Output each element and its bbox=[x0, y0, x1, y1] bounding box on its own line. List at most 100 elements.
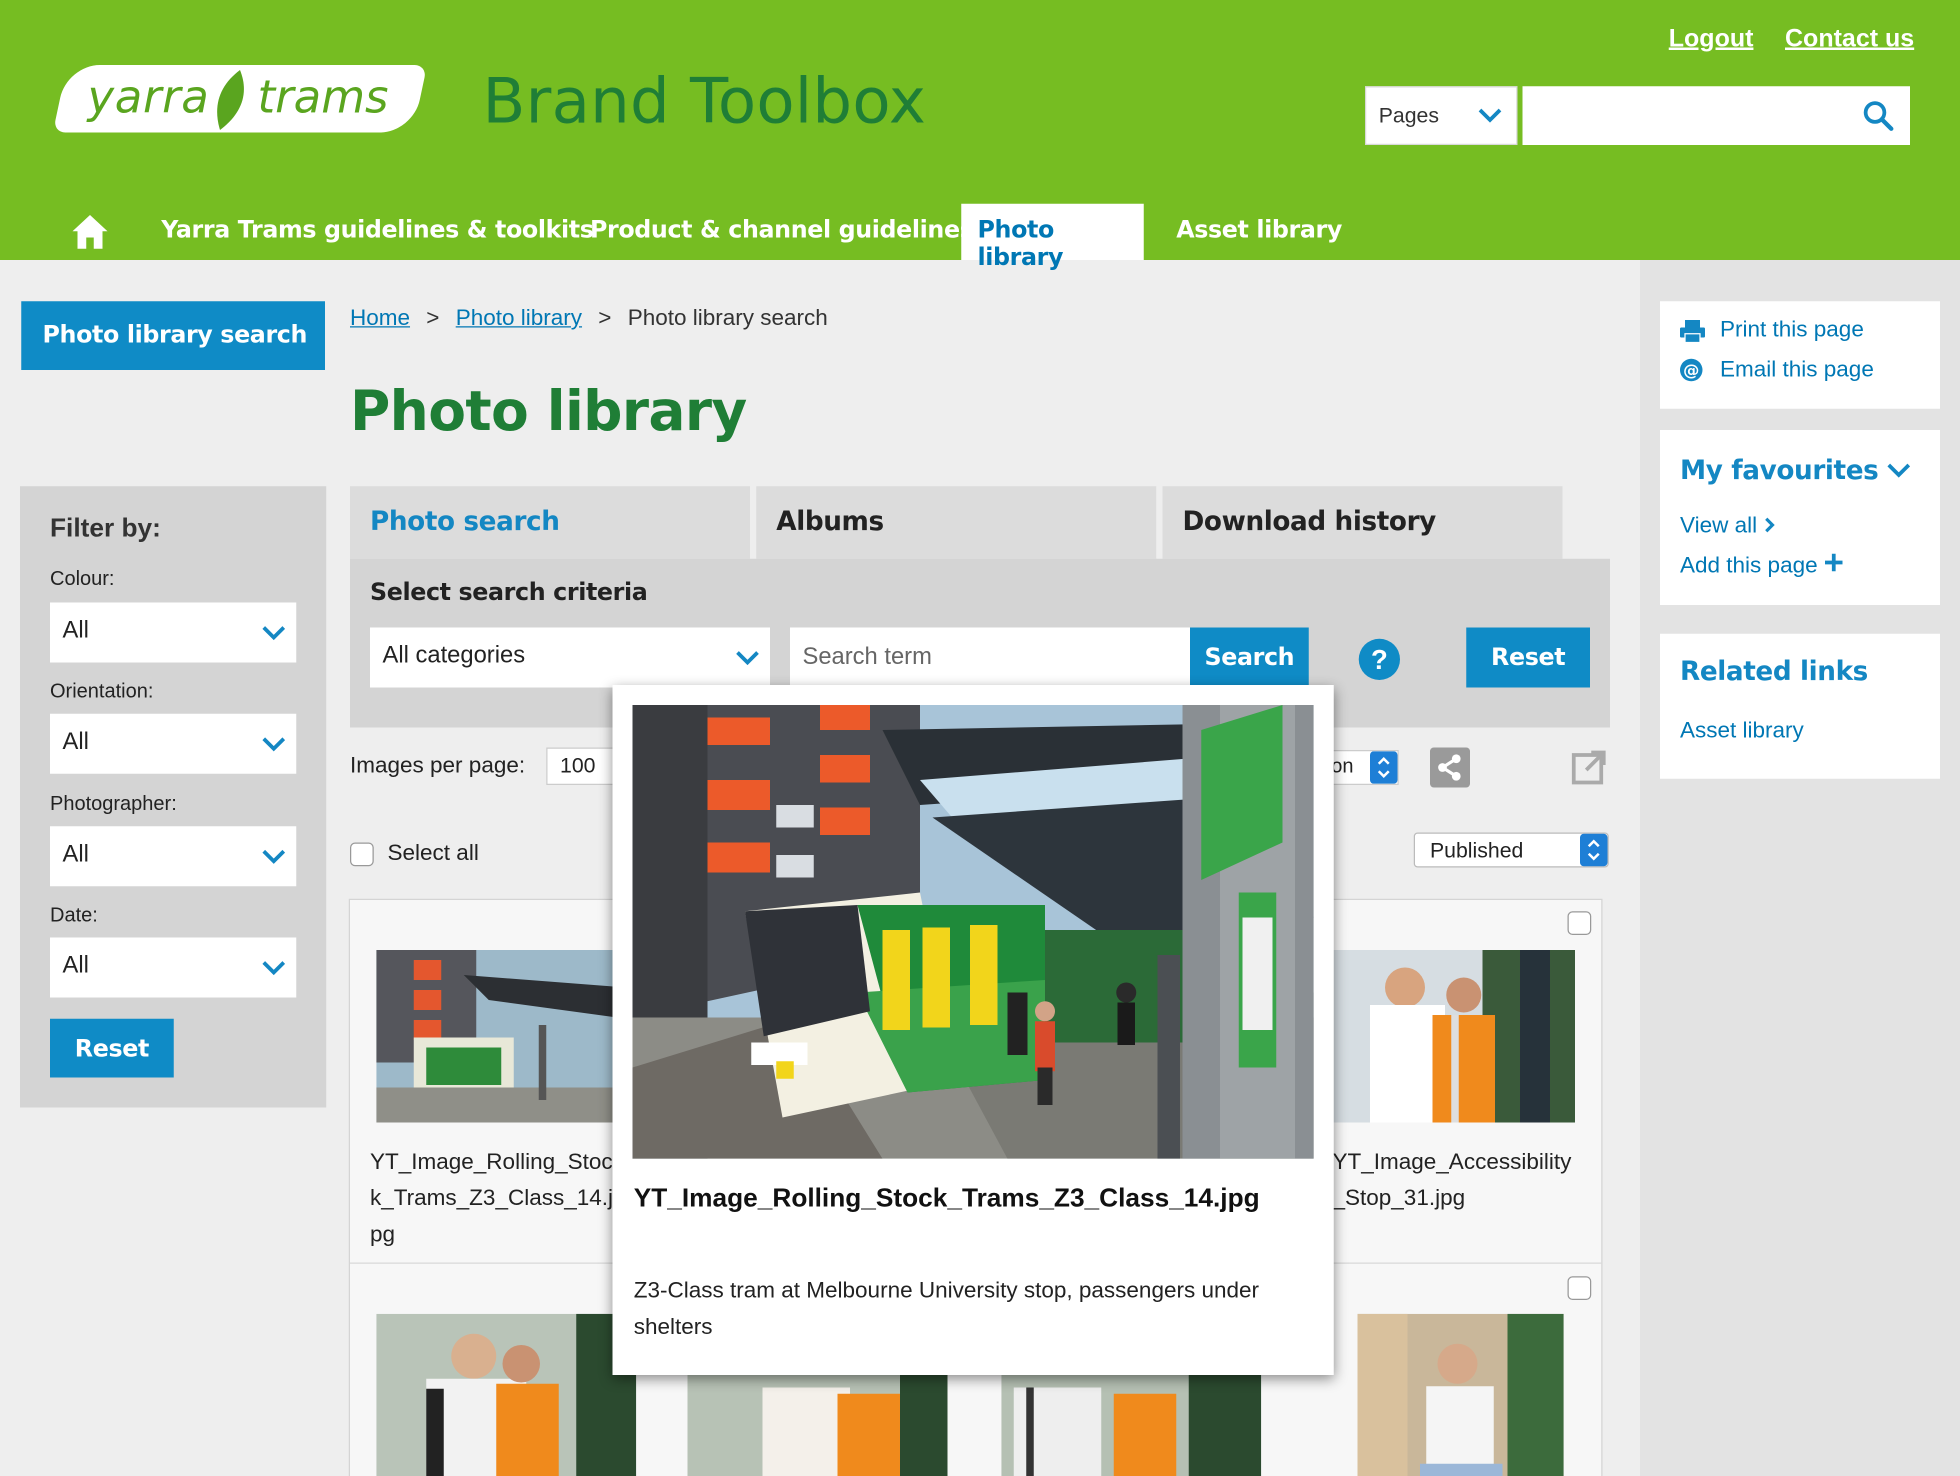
add-page-label: Add this page bbox=[1680, 552, 1818, 578]
home-icon[interactable] bbox=[70, 213, 110, 251]
logo-text-trams: trams bbox=[257, 72, 389, 124]
share-icon[interactable] bbox=[1430, 747, 1470, 788]
view-all-link[interactable]: View all bbox=[1680, 513, 1776, 539]
photo-thumbnail[interactable] bbox=[376, 1313, 637, 1476]
search-type-select[interactable]: Pages bbox=[1365, 86, 1518, 145]
site-title: Brand Toolbox bbox=[482, 65, 927, 138]
site-search-input[interactable] bbox=[1522, 86, 1910, 145]
chevron-down-icon bbox=[1478, 108, 1502, 123]
photographer-value: All bbox=[62, 841, 89, 868]
leaf-icon bbox=[217, 70, 244, 130]
photo-checkbox[interactable] bbox=[1567, 1276, 1592, 1300]
category-value: All categories bbox=[382, 642, 526, 669]
photographer-select[interactable]: All bbox=[50, 826, 297, 887]
select-all-label: Select all bbox=[387, 840, 479, 865]
chevron-right-icon bbox=[1764, 517, 1775, 533]
filter-title: Filter by: bbox=[50, 513, 161, 543]
print-page-link[interactable]: Print this page bbox=[1720, 316, 1864, 342]
breadcrumb-home[interactable]: Home bbox=[350, 305, 410, 330]
print-icon bbox=[1680, 320, 1705, 343]
search-button[interactable]: Search bbox=[1190, 627, 1309, 688]
photo-thumbnail[interactable] bbox=[1001, 1375, 1262, 1476]
chevron-down-icon bbox=[262, 961, 286, 976]
page: yarra trams Brand Toolbox Logout Contact… bbox=[0, 0, 1960, 1476]
related-asset-library-link[interactable]: Asset library bbox=[1680, 718, 1804, 744]
page-title: Photo library bbox=[350, 380, 747, 444]
breadcrumb-separator: > bbox=[598, 305, 612, 330]
search-icon[interactable] bbox=[1863, 100, 1896, 133]
criteria-reset-button[interactable]: Reset bbox=[1466, 627, 1590, 688]
photo-filename: YT_Image_Rolling_Stock_Trams_Z3_Class_14… bbox=[370, 1148, 614, 1247]
nav-guidelines-toolkits[interactable]: Yarra Trams guidelines & toolkits bbox=[161, 204, 594, 260]
orientation-label: Orientation: bbox=[50, 681, 154, 703]
popup-description: Z3-Class tram at Melbourne University st… bbox=[633, 1277, 1260, 1339]
select-arrows-icon bbox=[1370, 751, 1398, 784]
tab-photo-search[interactable]: Photo search bbox=[350, 486, 750, 559]
favourites-box: My favourites View all Add this page bbox=[1660, 430, 1940, 605]
select-all-checkbox[interactable]: Select all bbox=[350, 840, 479, 866]
add-page-link[interactable]: Add this page bbox=[1680, 553, 1844, 579]
photo-thumbnail[interactable] bbox=[1332, 950, 1575, 1123]
help-icon[interactable]: ? bbox=[1358, 638, 1400, 680]
photo-preview-popup: YT_Image_Rolling_Stock_Trams_Z3_Class_14… bbox=[612, 685, 1334, 1375]
breadcrumb-photo-library[interactable]: Photo library bbox=[456, 305, 582, 330]
chevron-down-icon bbox=[736, 651, 759, 666]
select-arrows-icon bbox=[1580, 833, 1608, 867]
colour-label: Colour: bbox=[50, 568, 115, 590]
colour-value: All bbox=[62, 617, 89, 644]
favourites-title[interactable]: My favourites bbox=[1680, 455, 1879, 485]
external-link-icon[interactable] bbox=[1569, 748, 1609, 788]
images-per-page-input[interactable]: 100 bbox=[546, 747, 617, 785]
related-links-title: Related links bbox=[1680, 656, 1868, 687]
orientation-select[interactable]: All bbox=[50, 713, 297, 774]
popup-filename: YT_Image_Rolling_Stock_Trams_Z3_Class_14… bbox=[633, 1183, 1260, 1213]
photo-checkbox[interactable] bbox=[1567, 911, 1592, 935]
status-select[interactable]: Published bbox=[1413, 832, 1609, 868]
search-term-input[interactable]: Search term bbox=[790, 627, 1193, 688]
sidebar-title[interactable]: Photo library search bbox=[21, 301, 325, 370]
chevron-down-icon[interactable] bbox=[1885, 460, 1913, 480]
nav-photo-library[interactable]: Photo library bbox=[961, 203, 1144, 271]
photo-thumbnail[interactable] bbox=[687, 1375, 948, 1476]
date-value: All bbox=[62, 952, 89, 979]
photo-filename: YT_Image_Accessibility_Stop_31.jpg bbox=[1332, 1148, 1572, 1210]
sort-select[interactable]: on bbox=[1322, 750, 1399, 785]
email-page-link[interactable]: Email this page bbox=[1720, 356, 1874, 382]
site-header: yarra trams Brand Toolbox Logout Contact… bbox=[0, 0, 1960, 271]
tab-albums[interactable]: Albums bbox=[756, 486, 1157, 559]
filter-panel: Filter by: Colour: All Orientation: All … bbox=[20, 486, 327, 1108]
view-all-label: View all bbox=[1680, 512, 1758, 538]
nav-product-channel[interactable]: Product & channel guidelines bbox=[590, 204, 974, 260]
chevron-down-icon bbox=[262, 737, 286, 752]
contact-us-link[interactable]: Contact us bbox=[1785, 25, 1914, 54]
photographer-label: Photographer: bbox=[50, 793, 177, 815]
photo-thumbnail[interactable] bbox=[1357, 1313, 1564, 1476]
related-links-box: Related links Asset library bbox=[1660, 633, 1940, 779]
sort-value: on bbox=[1331, 756, 1354, 778]
category-select[interactable]: All categories bbox=[370, 627, 770, 688]
colour-select[interactable]: All bbox=[50, 602, 297, 663]
yarra-trams-logo[interactable]: yarra trams bbox=[52, 65, 428, 133]
breadcrumb-separator: > bbox=[426, 305, 440, 330]
page-tools-box: Print this page @ Email this page bbox=[1660, 301, 1940, 409]
chevron-down-icon bbox=[262, 849, 286, 864]
status-value: Published bbox=[1430, 838, 1524, 863]
logout-link[interactable]: Logout bbox=[1669, 25, 1754, 54]
checkbox[interactable] bbox=[350, 842, 374, 866]
search-type-value: Pages bbox=[1378, 103, 1440, 128]
plus-icon bbox=[1825, 553, 1843, 572]
date-label: Date: bbox=[50, 905, 98, 927]
breadcrumb: Home > Photo library > Photo library sea… bbox=[350, 305, 828, 331]
nav-asset-library[interactable]: Asset library bbox=[1176, 204, 1342, 260]
filter-reset-button[interactable]: Reset bbox=[50, 1018, 174, 1078]
breadcrumb-current: Photo library search bbox=[627, 305, 828, 330]
photo-thumbnail[interactable] bbox=[376, 950, 627, 1123]
images-per-page-label: Images per page: bbox=[350, 752, 526, 778]
logo-text-yarra: yarra bbox=[87, 72, 210, 124]
email-icon: @ bbox=[1680, 358, 1703, 382]
orientation-value: All bbox=[62, 728, 89, 755]
photo-preview-image[interactable] bbox=[632, 705, 1314, 1159]
tab-download-history[interactable]: Download history bbox=[1162, 486, 1563, 559]
chevron-down-icon bbox=[262, 626, 286, 641]
date-select[interactable]: All bbox=[50, 937, 297, 998]
